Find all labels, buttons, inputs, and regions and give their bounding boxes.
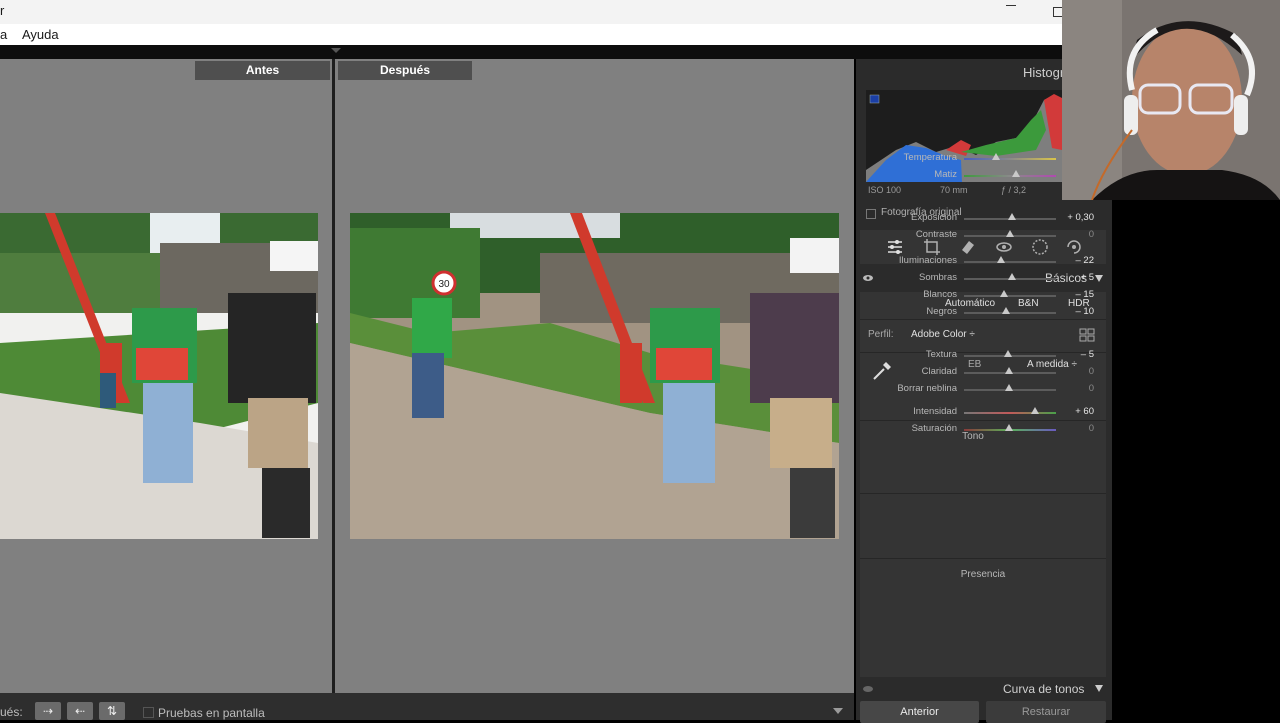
aperture-value: ƒ / 3,2 (1001, 185, 1027, 195)
slider-thumb[interactable] (1006, 230, 1014, 237)
profile-browser-icon[interactable] (1079, 328, 1095, 342)
view-mode-label: ués: (0, 705, 23, 719)
slider-thumb[interactable] (999, 290, 1008, 297)
slider-label: Intensidad (913, 406, 957, 417)
slider-thumb[interactable] (1030, 407, 1039, 414)
swap-before-after-button[interactable]: ⇅ (99, 702, 125, 720)
iso-value: ISO 100 (868, 185, 902, 195)
slider-row-4[interactable]: Iluminaciones – 22 (860, 255, 1106, 269)
slider-value[interactable]: – 10 (1056, 306, 1095, 317)
window-title: r (0, 3, 5, 18)
slider-row-9[interactable]: Claridad 0 (860, 366, 1106, 380)
slider-label: Borrar neblina (897, 383, 957, 394)
after-photo[interactable]: 30 (350, 213, 839, 539)
slider-value[interactable]: 0 (1056, 366, 1094, 377)
slider-label: Sombras (918, 272, 957, 283)
slider-track[interactable] (964, 158, 1056, 160)
bottom-toolbar: ués: ⇢ ⇠ ⇅ Pruebas en pantalla (0, 693, 854, 720)
right-background (1112, 200, 1280, 720)
profile-label: Perfil: (868, 329, 894, 340)
copy-before-to-after-button[interactable]: ⇢ (35, 702, 61, 720)
section-separator (860, 493, 1106, 494)
slider-row-7[interactable]: Negros – 10 (860, 306, 1106, 320)
before-after-view: Antes Después 30 (0, 59, 854, 693)
slider-thumb[interactable] (1007, 213, 1016, 220)
tone-curve-header[interactable]: Curva de tonos (860, 679, 1106, 699)
slider-label: Contraste (915, 229, 957, 240)
slider-track[interactable] (964, 175, 1056, 177)
section-separator (860, 420, 1106, 421)
slider-row-3[interactable]: Contraste 0 (860, 229, 1106, 243)
before-label: Antes (195, 61, 330, 80)
slider-value[interactable]: + 0,30 (1056, 212, 1094, 223)
slider-thumb[interactable] (1005, 424, 1014, 431)
slider-value[interactable]: 0 (1056, 383, 1094, 394)
slider-row-12[interactable]: Saturación 0 (860, 423, 1106, 437)
slider-label: Negros (926, 306, 957, 317)
slider-value[interactable]: + 60 (1056, 406, 1094, 417)
slider-thumb[interactable] (996, 256, 1005, 263)
presence-group-label: Presencia (960, 569, 1006, 580)
slider-thumb[interactable] (1004, 350, 1013, 357)
after-label: Después (338, 61, 472, 80)
slider-thumb[interactable] (1012, 170, 1021, 177)
title-bar: r (0, 0, 1063, 24)
view-divider (332, 59, 335, 693)
collapse-top-panel-icon[interactable] (331, 48, 341, 53)
slider-label: Exposición (911, 212, 957, 223)
section-separator (860, 558, 1106, 559)
toolbar-menu-icon[interactable] (833, 708, 843, 714)
slider-value[interactable]: 0 (1056, 423, 1094, 434)
collapse-tone-curve-icon[interactable] (1095, 685, 1103, 692)
slider-row-2[interactable]: Exposición + 0,30 (860, 212, 1106, 226)
slider-label: Claridad (921, 366, 957, 377)
top-panel-strip (0, 45, 1062, 59)
slider-value[interactable]: – 22 (1056, 255, 1095, 266)
tone-curve-eye-icon[interactable] (862, 684, 874, 694)
histogram-title: Histogr (1023, 65, 1065, 80)
slider-value[interactable]: + 5 (1056, 272, 1094, 283)
slider-row-8[interactable]: Textura – 5 (860, 349, 1106, 363)
slider-track[interactable] (964, 412, 1056, 414)
slider-value[interactable]: – 5 (1056, 349, 1094, 360)
menu-bar: a Ayuda (0, 24, 1062, 45)
slider-label: Blancos (923, 289, 957, 300)
slider-row-6[interactable]: Blancos – 15 (860, 289, 1106, 303)
profile-select[interactable]: Adobe Color ÷ (911, 329, 975, 340)
webcam-overlay (1062, 0, 1280, 200)
copy-after-to-before-button[interactable]: ⇠ (67, 702, 93, 720)
speed-sign-text: 30 (438, 279, 450, 290)
focal-length-value: 70 mm (940, 185, 968, 195)
menu-item-window[interactable]: a (0, 27, 7, 42)
soft-proof-checkbox[interactable] (143, 707, 154, 718)
slider-thumb[interactable] (1005, 367, 1014, 374)
slider-row-11[interactable]: Intensidad + 60 (860, 406, 1106, 420)
slider-row-5[interactable]: Sombras + 5 (860, 272, 1106, 286)
slider-row-10[interactable]: Borrar neblina 0 (860, 383, 1106, 397)
basic-panel: Automático B&N HDR Perfil: Adobe Color ÷… (860, 152, 1106, 677)
slider-label: Textura (925, 349, 957, 360)
slider-label: Saturación (911, 423, 957, 434)
slider-thumb[interactable] (1002, 307, 1011, 314)
slider-label: Iluminaciones (898, 255, 957, 266)
slider-value[interactable]: – 15 (1056, 289, 1095, 300)
slider-value[interactable]: 0 (1056, 229, 1094, 240)
before-photo[interactable] (0, 213, 318, 539)
soft-proof-label: Pruebas en pantalla (158, 706, 265, 720)
minimize-icon[interactable] (1006, 5, 1016, 6)
slider-track[interactable] (964, 295, 1056, 297)
slider-thumb[interactable] (1005, 384, 1014, 391)
slider-track[interactable] (964, 261, 1056, 263)
slider-label: Matiz (934, 169, 957, 180)
slider-label: Temperatura (903, 152, 957, 163)
menu-item-help[interactable]: Ayuda (22, 27, 59, 42)
slider-thumb[interactable] (1007, 273, 1016, 280)
slider-thumb[interactable] (992, 153, 1001, 160)
tone-curve-title: Curva de tonos (1003, 682, 1085, 696)
